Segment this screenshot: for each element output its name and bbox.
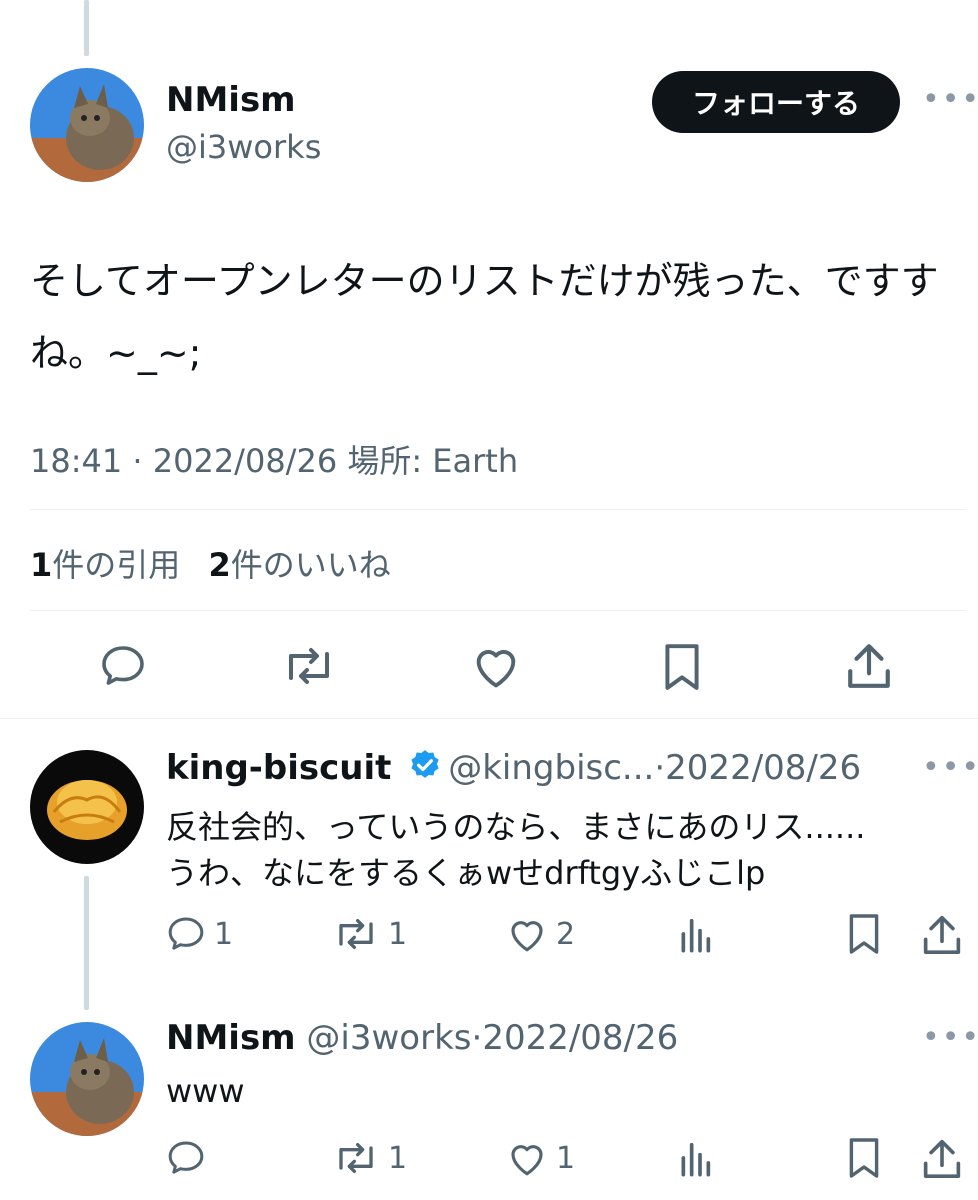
reply-icon [168, 917, 204, 950]
like-stat[interactable]: 2件のいいね [208, 546, 390, 584]
reply-1-header: king-biscuit @kingbisc...·2022/08/26 [166, 748, 861, 791]
reply-2-retweet-count: 1 [388, 1140, 408, 1176]
reply-2-views-icon[interactable] [678, 1138, 712, 1178]
like-icon [511, 921, 543, 952]
reply-1-like-count: 2 [556, 916, 576, 952]
reply-1-text-line1: 反社会的、っていうのなら、まさにあのリス...... [166, 808, 866, 846]
reply-1-date[interactable]: 2022/08/26 [665, 748, 861, 788]
main-tweet-meta: 18:41 · 2022/08/26 場所: Earth [30, 436, 518, 482]
reply-1-like-button[interactable]: 2 [506, 914, 575, 954]
share-icon[interactable] [846, 640, 892, 690]
reply-2-share-icon[interactable] [922, 1136, 962, 1180]
reply-2-retweet-button[interactable]: 1 [332, 1138, 407, 1178]
reply-1-retweet-count: 1 [388, 916, 408, 952]
reply-2-more-icon[interactable]: ••• [922, 1020, 978, 1055]
thread-line-reply [84, 876, 89, 1010]
main-tweet-text-line1: そしてオープンレターのリストだけが残った、ですす [30, 259, 939, 303]
reply-1-author-handle[interactable]: @kingbisc... [448, 748, 654, 788]
reply-1-share-icon[interactable] [922, 912, 962, 956]
like-icon[interactable] [470, 642, 522, 690]
divider-1 [30, 509, 966, 510]
main-tweet-location[interactable]: 場所: Earth [347, 442, 518, 480]
main-author-handle[interactable]: @i3works [166, 128, 321, 166]
divider-3 [0, 718, 978, 719]
reply-2-author-handle[interactable]: @i3works [306, 1018, 471, 1058]
avatar-reply-1[interactable] [30, 750, 144, 864]
like-icon [511, 1145, 543, 1176]
reply-1-views-icon[interactable] [678, 914, 712, 954]
reply-1-reply-count: 1 [214, 916, 234, 952]
quote-count: 1 [30, 546, 53, 584]
like-label: 件のいいね [230, 546, 391, 584]
reply-1-separator: · [654, 748, 666, 788]
main-author-name[interactable]: NMism [166, 80, 296, 120]
reply-2-author-name[interactable]: NMism [166, 1018, 296, 1058]
reply-icon[interactable] [98, 642, 148, 690]
avatar-main[interactable] [30, 68, 144, 182]
reply-2-like-count: 1 [556, 1140, 576, 1176]
reply-1-bookmark-icon[interactable] [846, 912, 882, 956]
follow-button[interactable]: フォローする [652, 71, 900, 133]
reply-2-separator: · [471, 1018, 483, 1058]
avatar-reply-2[interactable] [30, 1022, 144, 1136]
reply-2-date[interactable]: 2022/08/26 [482, 1018, 678, 1058]
verified-badge-icon [408, 748, 442, 791]
reply-1-retweet-button[interactable]: 1 [332, 914, 407, 954]
engagement-stats: 1件の引用 2件のいいね [30, 540, 391, 586]
like-count: 2 [208, 546, 231, 584]
reply-1-text-line2: うわ、なにをするくぁwせdrftgyふじこlp [166, 854, 766, 892]
reply-2-bookmark-icon[interactable] [846, 1136, 882, 1180]
reply-icon [168, 1141, 204, 1174]
reply-1-more-icon[interactable]: ••• [922, 750, 978, 785]
retweet-icon [339, 1143, 373, 1173]
more-icon[interactable]: ••• [922, 82, 978, 117]
divider-2 [30, 610, 966, 611]
bookmark-icon[interactable] [660, 642, 704, 692]
reply-2-header: NMism @i3works·2022/08/26 [166, 1018, 678, 1058]
reply-2-text: www [166, 1072, 245, 1110]
quote-stat[interactable]: 1件の引用 [30, 546, 190, 584]
retweet-icon[interactable] [280, 642, 338, 690]
main-tweet-date[interactable]: 2022/08/26 [153, 442, 337, 480]
main-tweet-time[interactable]: 18:41 [30, 442, 122, 480]
main-tweet-text-line2: ね。~_~; [30, 331, 202, 375]
retweet-icon [339, 919, 373, 949]
meta-separator: · [132, 442, 143, 480]
reply-1-author-name[interactable]: king-biscuit [166, 748, 391, 788]
reply-1-reply-button[interactable]: 1 [166, 914, 233, 954]
reply-2-like-button[interactable]: 1 [506, 1138, 575, 1178]
thread-line-top [84, 0, 89, 56]
reply-2-reply-button[interactable] [166, 1138, 214, 1178]
quote-label: 件の引用 [52, 546, 181, 584]
